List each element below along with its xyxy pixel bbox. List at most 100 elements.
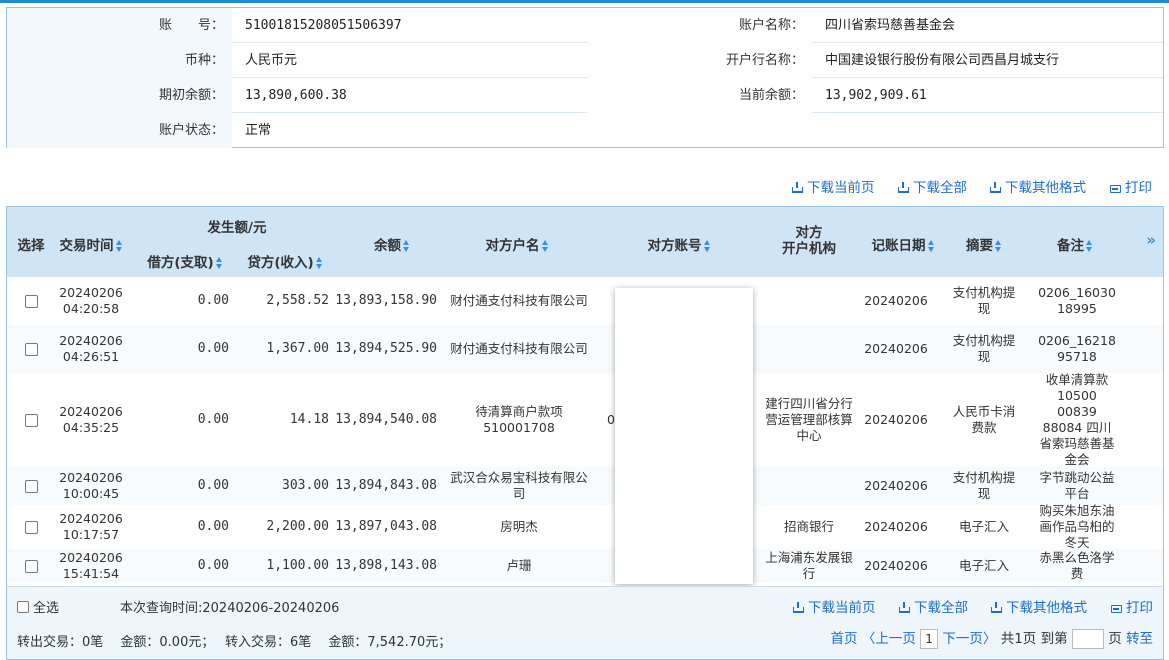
cell-credit: 303.00 [237, 467, 329, 505]
info-row-status: 账户状态： 正常 [7, 113, 1163, 148]
goto-page-input[interactable] [1071, 629, 1104, 649]
next-page-link[interactable]: 下一页〉 [942, 631, 996, 647]
table-row[interactable]: 20240206 10:00:45 0.00 303.00 13,894,843.08 武… [7, 467, 1163, 505]
post-value: 20240206 [864, 293, 928, 308]
table-row[interactable]: 20240206 04:26:51 0.00 1,367.00 13,894,525.9… [7, 325, 1163, 373]
info-row-balance: 期初余额： 13,890,600.38 当前余额： 13,902,909.61 [7, 78, 1163, 113]
cell-select [11, 373, 51, 467]
header-time[interactable]: 交易时间 [53, 234, 129, 254]
party-value: 武汉合众易宝科技有限公司 [450, 470, 588, 501]
cell-post: 20240206 [863, 549, 929, 583]
bank-value: 招商银行 [783, 519, 834, 534]
download-other-link-bottom[interactable]: 下载其他格式 [991, 596, 1087, 616]
table-row[interactable]: 20240206 15:41:54 0.00 1,100.00 13,898,143.0… [7, 549, 1163, 583]
remark-value: 购买朱旭东油画作品乌桕的冬天 [1039, 503, 1115, 550]
cell-credit: 1,367.00 [237, 325, 329, 373]
balance-value: 13,894,843.08 [335, 478, 437, 493]
opening-balance-label: 期初余额： [7, 78, 232, 113]
first-page-link[interactable]: 首页 [831, 631, 858, 647]
row-checkbox[interactable] [24, 294, 38, 308]
debit-value: 0.00 [197, 293, 229, 308]
download-icon [898, 182, 909, 193]
row-checkbox[interactable] [24, 520, 38, 534]
account-no-value: 51001815208051506397 [245, 18, 402, 33]
table-row[interactable]: 20240206 04:35:25 0.00 14.18 13,894,540.08 待清… [7, 372, 1163, 467]
prev-page-link[interactable]: 〈上一页 [862, 631, 916, 647]
goto-button[interactable]: 转至 [1126, 631, 1153, 647]
cell-party: 财付通支付科技有限公司 [447, 277, 591, 325]
cell-bank [763, 467, 855, 505]
row-checkbox[interactable] [24, 413, 38, 427]
current-balance-label: 当前余额： [587, 78, 812, 113]
header-party-name[interactable]: 对方户名 [447, 234, 587, 254]
download-all-link-bottom[interactable]: 下载全部 [899, 596, 968, 616]
trade-date: 20240206 [59, 511, 123, 526]
cell-select [11, 549, 51, 583]
cell-debit: 0.00 [137, 277, 229, 325]
download-page-link[interactable]: 下载当前页 [792, 176, 875, 196]
download-icon [990, 182, 1001, 193]
cell-remark: 0206_16218 95718 [1037, 325, 1117, 373]
cell-summary: 电子汇入 [947, 549, 1021, 583]
bottom-toolbar: 下载当前页 下载全部 下载其他格式 打印 [7, 596, 1165, 616]
row-checkbox[interactable] [24, 559, 38, 573]
credit-value: 1,100.00 [266, 558, 329, 573]
cell-summary: 支付机构提现 [947, 277, 1021, 325]
remark-value: 收单清算款10500 00839 88084 四川省索玛慈善基金会 [1039, 372, 1115, 467]
row-checkbox[interactable] [24, 342, 38, 356]
account-value: 0 [607, 412, 615, 427]
header-debit[interactable]: 借方(支取) [137, 251, 233, 271]
post-value: 20240206 [864, 478, 928, 493]
summary-value: 电子汇入 [958, 519, 1009, 534]
cell-post: 20240206 [863, 325, 929, 373]
row-checkbox[interactable] [24, 479, 38, 493]
cell-balance: 13,898,143.08 [335, 549, 437, 583]
download-page-link-bottom[interactable]: 下载当前页 [793, 596, 876, 616]
cell-select [11, 325, 51, 373]
current-page[interactable]: 1 [920, 629, 939, 649]
account-name-label: 账户名称： [587, 8, 812, 43]
cell-bank: 建行四川省分行营运管理部核算中心 [763, 373, 855, 467]
sort-icon [927, 240, 935, 252]
account-no-label: 账 号： [7, 8, 232, 43]
currency-value: 人民币元 [245, 53, 298, 68]
remark-value: 0206_16030 18995 [1038, 285, 1116, 316]
download-icon [792, 182, 803, 193]
header-party-account[interactable]: 对方账号 [617, 234, 741, 254]
bank-value: 上海浦东发展银行 [765, 550, 853, 581]
cell-party: 卢珊 [447, 549, 591, 583]
info-row-currency: 币种： 人民币元 开户行名称： 中国建设银行股份有限公司西昌月城支行 [7, 43, 1163, 78]
transaction-summary: 转出交易：0笔 金额：0.00元； 转入交易：6笔 金额：7,542.70元； [17, 635, 452, 650]
cell-select [11, 505, 51, 549]
print-link[interactable]: 打印 [1110, 176, 1152, 196]
sort-icon [215, 257, 223, 269]
trade-date: 20240206 [59, 404, 123, 419]
party-value: 卢珊 [506, 558, 532, 573]
summary-value: 支付机构提现 [952, 285, 1016, 316]
trade-time: 04:20:58 [62, 301, 120, 316]
trade-time: 10:00:45 [62, 486, 120, 501]
header-summary[interactable]: 摘要 [951, 234, 1017, 254]
download-other-link[interactable]: 下载其他格式 [990, 176, 1086, 196]
header-credit[interactable]: 贷方(收入) [237, 251, 333, 271]
header-remark[interactable]: 备注 [1037, 234, 1113, 254]
debit-value: 0.00 [197, 558, 229, 573]
sort-icon [995, 240, 1002, 252]
header-post-date[interactable]: 记账日期 [863, 234, 943, 254]
table-row[interactable]: 20240206 04:20:58 0.00 2,558.52 13,893,158.9… [7, 277, 1163, 325]
summary-value: 电子汇入 [958, 558, 1009, 573]
table-row[interactable]: 20240206 10:17:57 0.00 2,200.00 13,897,043.0… [7, 503, 1163, 550]
cell-balance: 13,894,540.08 [335, 373, 437, 467]
cell-summary: 支付机构提现 [947, 467, 1021, 505]
header-balance[interactable]: 余额 [347, 234, 437, 254]
print-link-bottom[interactable]: 打印 [1111, 596, 1153, 616]
table-header: 选择 交易时间 发生额/元 借方(支取) 贷方(收入) 余额 对方户名 对方账号… [7, 207, 1163, 277]
sort-icon [403, 240, 410, 252]
header-select: 选择 [17, 238, 45, 254]
cell-balance: 13,894,525.90 [335, 325, 437, 373]
remark-value: 赤黑么色洛学费 [1039, 550, 1115, 581]
download-all-link[interactable]: 下载全部 [898, 176, 967, 196]
post-value: 20240206 [864, 412, 928, 427]
cell-summary: 支付机构提现 [947, 325, 1021, 373]
expand-columns-icon[interactable]: » [1146, 231, 1156, 249]
